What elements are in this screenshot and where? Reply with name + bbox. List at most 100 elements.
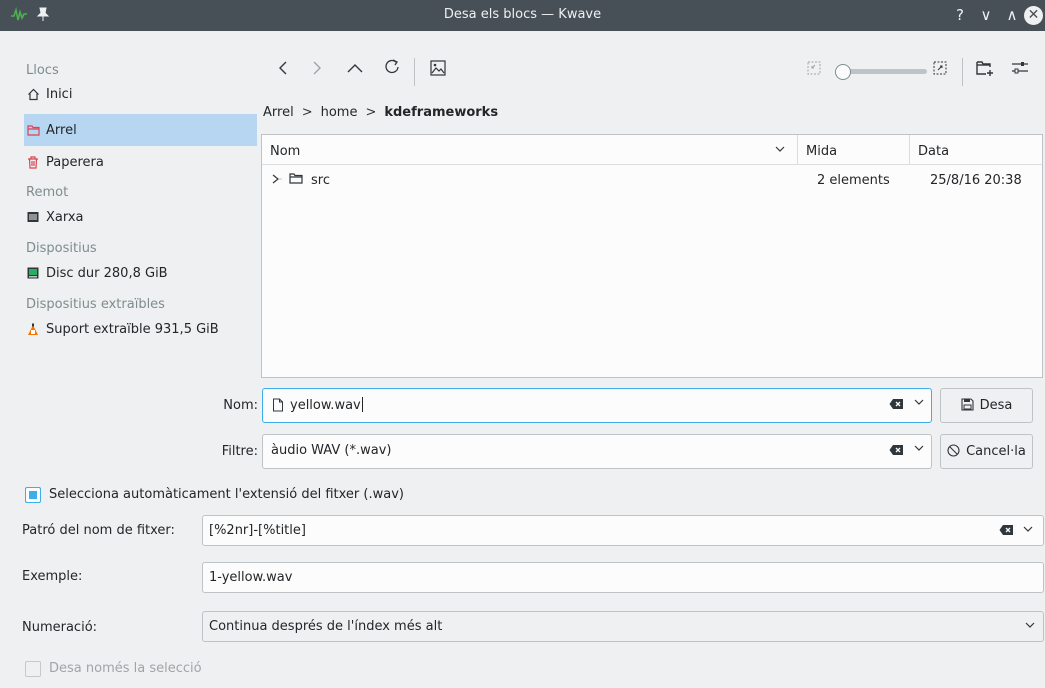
filename-combobox[interactable]: yellow.wav bbox=[262, 388, 932, 423]
preview-button[interactable] bbox=[425, 58, 451, 84]
removable-drive-icon bbox=[26, 322, 40, 336]
pattern-label: Patró del nom de fitxer: bbox=[22, 523, 175, 538]
trash-icon bbox=[26, 155, 40, 169]
place-xarxa[interactable]: Xarxa bbox=[24, 204, 257, 230]
breadcrumb: Arrel > home > kdeframeworks bbox=[263, 102, 506, 122]
file-date: 25/8/16 20:38 bbox=[930, 173, 1022, 188]
zoom-in-icon bbox=[933, 61, 947, 75]
place-label: Suport extraïble 931,5 GiB bbox=[46, 321, 219, 337]
zoom-in-button[interactable] bbox=[927, 58, 953, 84]
reload-icon bbox=[385, 59, 399, 74]
options-button[interactable] bbox=[1007, 58, 1033, 84]
places-header-remot: Remot bbox=[26, 185, 69, 200]
toolbar-separator bbox=[962, 58, 963, 86]
place-arrel[interactable]: Arrel bbox=[24, 114, 257, 146]
place-label: Inici bbox=[46, 86, 73, 102]
place-suport-extraible[interactable]: Suport extraïble 931,5 GiB bbox=[24, 316, 257, 342]
settings-sliders-icon bbox=[1012, 62, 1028, 74]
clear-text-icon[interactable] bbox=[889, 398, 903, 412]
breadcrumb-arrel[interactable]: Arrel bbox=[263, 105, 294, 120]
example-field: 1-yellow.wav bbox=[202, 562, 1044, 593]
column-header-mida[interactable]: Mida bbox=[797, 135, 909, 165]
auto-extension-checkbox[interactable] bbox=[25, 487, 41, 503]
clear-text-icon[interactable] bbox=[889, 444, 903, 458]
network-icon bbox=[26, 210, 40, 224]
chevron-right-icon bbox=[313, 61, 321, 75]
chevron-down-icon bbox=[1025, 618, 1035, 632]
minimize-button[interactable]: ∨ bbox=[976, 5, 996, 25]
zoom-slider[interactable] bbox=[835, 64, 928, 80]
forward-button[interactable] bbox=[304, 58, 330, 84]
clear-text-icon[interactable] bbox=[999, 524, 1013, 538]
folder-red-icon bbox=[26, 123, 40, 137]
window-title: Desa els blocs — Kwave bbox=[443, 7, 602, 22]
example-label: Exemple: bbox=[22, 569, 83, 584]
auto-extension-label[interactable]: Selecciona automàticament l'extensió del… bbox=[49, 487, 404, 502]
filtre-label: Filtre: bbox=[221, 444, 258, 459]
chevron-left-icon bbox=[279, 61, 287, 75]
help-button[interactable]: ? bbox=[950, 5, 970, 25]
place-inici[interactable]: Inici bbox=[24, 82, 257, 106]
selection-only-label[interactable]: Desa només la selecció bbox=[49, 661, 202, 676]
pattern-value: [%2nr]-[%title] bbox=[209, 523, 306, 538]
new-folder-button[interactable] bbox=[972, 58, 998, 84]
zoom-slider-handle[interactable] bbox=[835, 64, 851, 80]
breadcrumb-separator[interactable]: > bbox=[365, 105, 376, 120]
numbering-value: Continua després de l'índex més alt bbox=[209, 619, 443, 634]
new-folder-icon bbox=[976, 61, 993, 76]
expand-arrow-icon[interactable] bbox=[270, 172, 282, 189]
image-preview-icon bbox=[430, 60, 446, 76]
breadcrumb-separator[interactable]: > bbox=[302, 105, 313, 120]
column-header-data[interactable]: Data bbox=[909, 135, 1042, 165]
zoom-slider-track bbox=[843, 69, 927, 74]
chevron-down-icon[interactable] bbox=[914, 398, 924, 409]
maximize-button[interactable]: ∧ bbox=[1002, 5, 1022, 25]
filename-input-text[interactable]: yellow.wav bbox=[290, 398, 361, 413]
places-header-extraibles: Dispositius extraïbles bbox=[26, 297, 165, 312]
file-list[interactable]: Nom Mida Data src 2 elements 25/8/16 20:… bbox=[261, 134, 1043, 378]
pattern-combobox[interactable]: [%2nr]-[%title] bbox=[202, 515, 1044, 546]
numbering-combobox[interactable]: Continua després de l'índex més alt bbox=[202, 611, 1044, 642]
save-button-label: Desa bbox=[979, 398, 1013, 413]
places-header-llocs: Llocs bbox=[26, 63, 59, 78]
place-disc-dur[interactable]: Disc dur 280,8 GiB bbox=[24, 260, 257, 286]
up-button[interactable] bbox=[342, 58, 368, 84]
file-row[interactable]: src 2 elements 25/8/16 20:38 bbox=[262, 171, 1042, 193]
filter-value: àudio WAV (*.wav) bbox=[271, 443, 392, 458]
save-icon bbox=[961, 397, 974, 414]
cancel-button[interactable]: Cancel·la bbox=[940, 434, 1033, 469]
place-label: Paperera bbox=[46, 154, 104, 170]
save-button[interactable]: Desa bbox=[940, 388, 1033, 423]
home-icon bbox=[26, 87, 40, 101]
zoom-out-button[interactable] bbox=[801, 58, 827, 84]
breadcrumb-current[interactable]: kdeframeworks bbox=[384, 105, 498, 120]
place-paperera[interactable]: Paperera bbox=[24, 146, 257, 178]
nom-label: Nom: bbox=[223, 398, 258, 413]
sort-descending-icon bbox=[775, 145, 785, 156]
place-label: Arrel bbox=[46, 122, 77, 138]
file-list-header: Nom Mida Data bbox=[262, 135, 1042, 165]
zoom-out-icon bbox=[807, 61, 821, 75]
text-caret bbox=[361, 397, 363, 412]
chevron-up-icon bbox=[347, 64, 363, 73]
selection-only-checkbox[interactable] bbox=[25, 661, 41, 677]
places-panel: Llocs Inici Arrel Paperera Remot Xarxa D… bbox=[18, 56, 258, 356]
chevron-down-icon[interactable] bbox=[1023, 522, 1033, 536]
numbering-label: Numeració: bbox=[22, 620, 98, 635]
place-label: Xarxa bbox=[46, 209, 84, 225]
places-header-dispositius: Dispositius bbox=[26, 241, 97, 256]
title-bar: Desa els blocs — Kwave ? ∨ ∧ ✕ bbox=[0, 0, 1045, 31]
column-header-nom[interactable]: Nom bbox=[262, 135, 797, 165]
file-size: 2 elements bbox=[817, 173, 890, 188]
example-value: 1-yellow.wav bbox=[209, 570, 293, 585]
chevron-down-icon[interactable] bbox=[914, 444, 924, 455]
reload-button[interactable] bbox=[379, 58, 405, 84]
filter-combobox[interactable]: àudio WAV (*.wav) bbox=[262, 434, 932, 469]
toolbar-separator bbox=[414, 58, 415, 86]
close-button[interactable]: ✕ bbox=[1024, 6, 1043, 25]
cancel-button-label: Cancel·la bbox=[966, 444, 1026, 459]
back-button[interactable] bbox=[270, 58, 296, 84]
place-label: Disc dur 280,8 GiB bbox=[46, 265, 168, 281]
document-icon bbox=[272, 398, 284, 416]
breadcrumb-home[interactable]: home bbox=[321, 105, 358, 120]
